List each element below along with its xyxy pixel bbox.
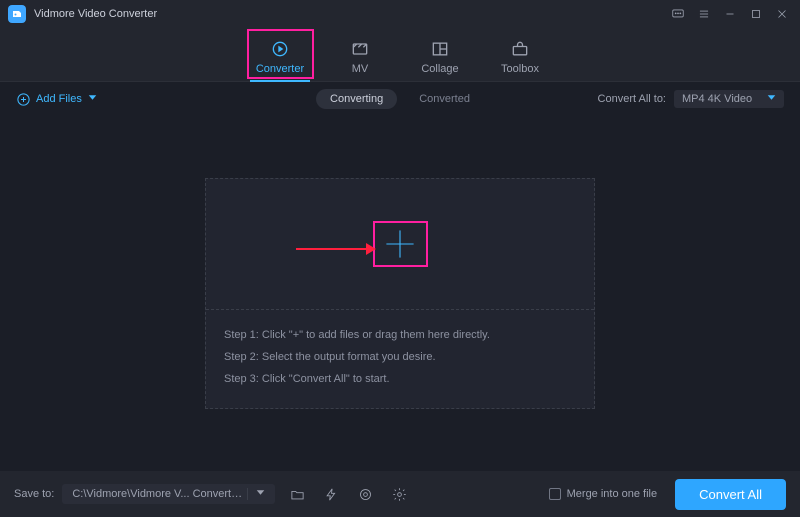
tab-converter[interactable]: Converter [240, 38, 320, 81]
tab-label: Collage [400, 63, 480, 75]
tab-collage[interactable]: Collage [400, 38, 480, 81]
convert-all-button[interactable]: Convert All [675, 479, 786, 510]
add-files-button[interactable]: Add Files [16, 92, 97, 107]
output-format-dropdown[interactable]: MP4 4K Video [674, 90, 784, 108]
tab-toolbox[interactable]: Toolbox [480, 38, 560, 81]
checkbox-icon [549, 488, 561, 500]
chevron-down-icon [247, 488, 265, 500]
tab-label: MV [320, 63, 400, 75]
toolbar: Add Files Converting Converted Convert A… [0, 82, 800, 116]
save-to-label: Save to: [14, 488, 54, 500]
tab-label: Toolbox [480, 63, 560, 75]
convert-all-to-label: Convert All to: [598, 93, 666, 105]
main-area: Step 1: Click "+" to add files or drag t… [0, 116, 800, 470]
tab-converted[interactable]: Converted [405, 89, 484, 109]
high-speed-icon[interactable] [353, 482, 377, 506]
dropzone[interactable]: Step 1: Click "+" to add files or drag t… [205, 178, 595, 409]
menu-icon[interactable] [694, 4, 714, 24]
add-files-label: Add Files [36, 93, 82, 105]
instruction-steps: Step 1: Click "+" to add files or drag t… [206, 310, 594, 408]
app-logo [8, 5, 26, 23]
feedback-icon[interactable] [668, 4, 688, 24]
mv-icon [320, 38, 400, 60]
step-2-text: Step 2: Select the output format you des… [224, 346, 576, 368]
toolbox-icon [480, 38, 560, 60]
annotation-arrow [296, 242, 376, 261]
open-folder-icon[interactable] [285, 482, 309, 506]
close-button[interactable] [772, 4, 792, 24]
collage-icon [400, 38, 480, 60]
title-bar: Vidmore Video Converter [0, 0, 800, 28]
converter-icon [240, 38, 320, 60]
minimize-button[interactable] [720, 4, 740, 24]
tab-label: Converter [240, 63, 320, 75]
save-path-dropdown[interactable]: C:\Vidmore\Vidmore V... Converter\Conver… [62, 484, 275, 504]
hardware-accel-icon[interactable] [319, 482, 343, 506]
app-title: Vidmore Video Converter [34, 8, 157, 20]
main-nav: Converter MV Collage Toolbox [0, 28, 800, 82]
settings-icon[interactable] [387, 482, 411, 506]
tab-mv[interactable]: MV [320, 38, 400, 81]
merge-checkbox[interactable]: Merge into one file [549, 488, 658, 500]
footer-bar: Save to: C:\Vidmore\Vidmore V... Convert… [0, 471, 800, 517]
output-format-value: MP4 4K Video [682, 93, 752, 105]
chevron-down-icon [88, 93, 97, 105]
tab-converting[interactable]: Converting [316, 89, 397, 109]
add-files-plus-button[interactable] [373, 221, 428, 267]
save-path-value: C:\Vidmore\Vidmore V... Converter\Conver… [72, 488, 247, 500]
maximize-button[interactable] [746, 4, 766, 24]
chevron-down-icon [767, 93, 776, 105]
step-1-text: Step 1: Click "+" to add files or drag t… [224, 324, 576, 346]
merge-label: Merge into one file [567, 488, 658, 500]
step-3-text: Step 3: Click "Convert All" to start. [224, 368, 576, 390]
